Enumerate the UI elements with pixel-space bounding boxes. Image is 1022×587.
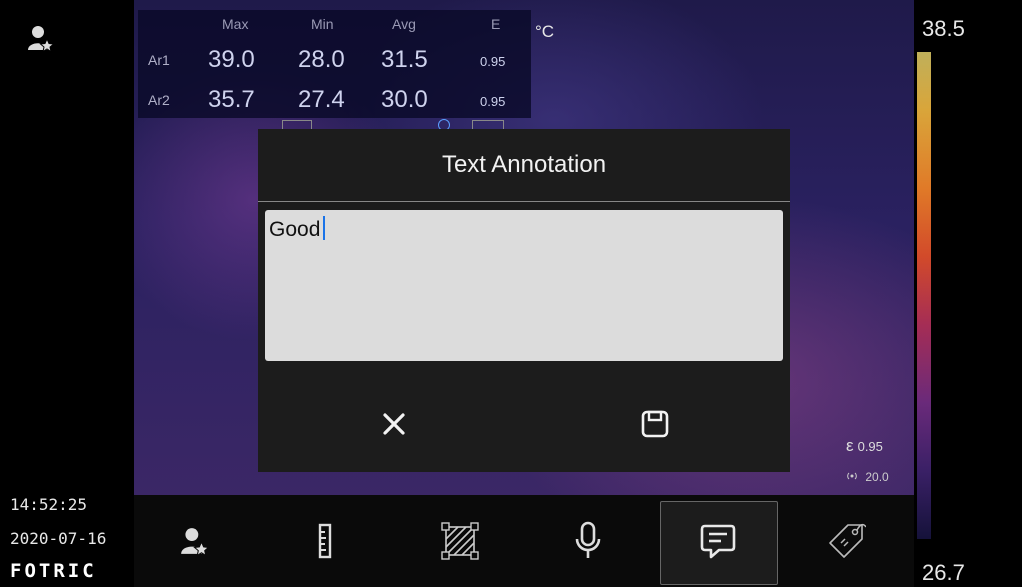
microphone-icon[interactable]: [558, 511, 618, 571]
row-emissivity: 0.95: [480, 94, 506, 109]
color-scale-bar: [917, 52, 931, 539]
bottom-toolbar: [134, 495, 914, 587]
row-label: Ar1: [148, 52, 170, 68]
emissivity-value: 0.95: [857, 439, 883, 454]
clock-date: 2020-07-16: [10, 529, 107, 548]
dialog-divider: [258, 201, 790, 202]
row-avg: 31.5: [381, 46, 428, 73]
text-note-icon[interactable]: [688, 511, 748, 571]
tag-icon[interactable]: [816, 511, 876, 571]
annotation-text-content: Good: [269, 216, 326, 242]
annotation-text-input[interactable]: Good: [265, 210, 783, 361]
save-icon: [641, 410, 669, 438]
annotation-text-value: Good: [269, 218, 321, 241]
distance-readout: 20.0: [846, 470, 889, 484]
close-icon: [383, 413, 405, 435]
text-annotation-dialog: Text Annotation Good: [258, 129, 790, 472]
row-emissivity: 0.95: [480, 54, 506, 69]
row-max: 35.7: [208, 86, 255, 113]
row-avg: 30.0: [381, 86, 428, 113]
color-bar-min: 26.7: [922, 560, 965, 585]
row-max: 39.0: [208, 46, 255, 73]
header-avg: Avg: [392, 16, 416, 32]
brand-logo: FOTRIC: [10, 560, 97, 582]
profile-icon[interactable]: [164, 511, 224, 571]
temperature-unit[interactable]: °C: [535, 22, 554, 42]
row-min: 28.0: [298, 46, 345, 73]
save-button[interactable]: [625, 394, 685, 454]
clock-time: 14:52:25: [10, 495, 88, 514]
header-min: Min: [311, 16, 334, 32]
header-emissivity: E: [491, 16, 501, 32]
row-label: Ar2: [148, 92, 170, 108]
text-caret: [323, 216, 326, 241]
emissivity-icon: ε: [846, 436, 854, 455]
dialog-title: Text Annotation: [441, 151, 607, 178]
header-max: Max: [222, 16, 249, 32]
distance-icon: [846, 470, 861, 484]
row-min: 27.4: [298, 86, 345, 113]
ruler-icon[interactable]: [295, 511, 355, 571]
measurement-table: Max Min Avg E Ar1 39.0 28.0 31.5 0.95 Ar…: [138, 10, 531, 118]
area-icon[interactable]: [430, 511, 490, 571]
cancel-button[interactable]: [364, 394, 424, 454]
distance-value: 20.0: [865, 470, 889, 484]
color-bar-max: 38.5: [922, 16, 965, 41]
emissivity-readout: ε 0.95: [846, 436, 883, 456]
user-profile-icon[interactable]: [26, 24, 55, 53]
